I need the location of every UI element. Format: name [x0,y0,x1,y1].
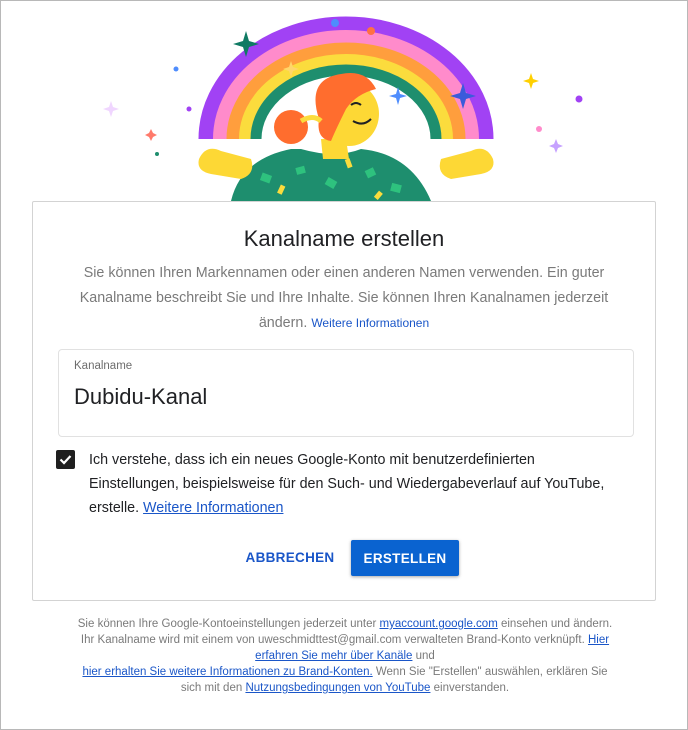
channel-name-label: Kanalname [74,360,133,372]
footer-text-3: und [415,650,435,662]
footer-notice: Sie können Ihre Google-Kontoeinstellunge… [71,616,619,696]
checkmark-icon [59,455,72,465]
myaccount-link[interactable]: myaccount.google.com [380,618,498,630]
consent-learn-more-link[interactable]: Weitere Informationen [143,500,283,516]
cancel-button[interactable]: ABBRECHEN [235,540,345,574]
brand-accounts-link[interactable]: hier erhalten Sie weitere Informationen … [82,666,372,678]
footer-text-5: einverstanden. [433,682,510,694]
youtube-terms-link[interactable]: Nutzungsbedingungen von YouTube [245,682,430,694]
dialog-window: Kanalname erstellen Sie können Ihren Mar… [0,0,688,730]
create-channel-card: Kanalname erstellen Sie können Ihren Mar… [32,201,656,601]
create-button[interactable]: ERSTELLEN [351,540,459,576]
learn-more-link[interactable]: Weitere Informationen [311,316,429,330]
dialog-title: Kanalname erstellen [243,226,445,251]
celebrating-person-rainbow-illustration [103,16,583,201]
dialog-description: Sie können Ihren Markennamen oder einen … [57,261,631,336]
consent-text: Ich verstehe, dass ich ein neues Google-… [89,448,609,520]
channel-name-field[interactable]: Kanalname [58,349,634,437]
channel-name-input[interactable] [74,384,614,410]
footer-text-1: Sie können Ihre Google-Kontoeinstellunge… [77,618,377,630]
consent-checkbox[interactable] [56,450,75,469]
